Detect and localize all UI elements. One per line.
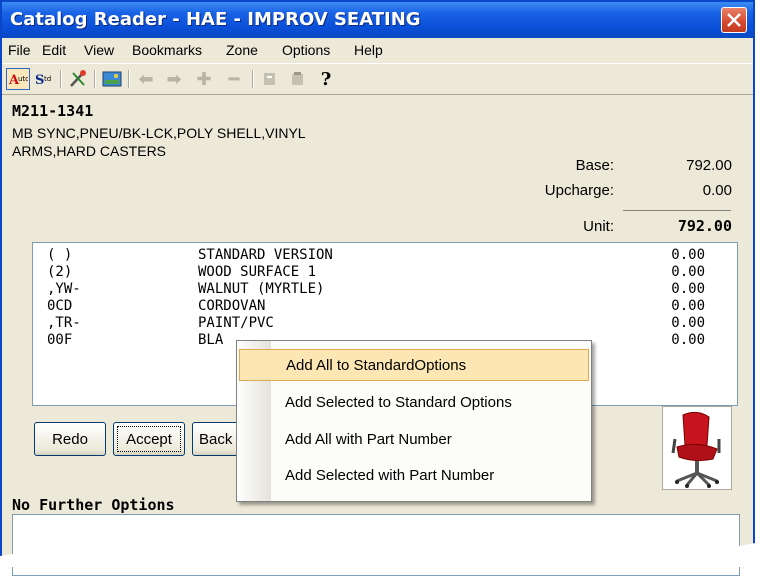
menu-item-add-all-standard[interactable]: Add All to StandardOptions [239, 349, 589, 381]
menu-item-add-selected-standard[interactable]: Add Selected to Standard Options [239, 387, 589, 419]
context-menu: Add All to StandardOptions Add Selected … [236, 340, 592, 502]
menu-item-add-all-part-number[interactable]: Add All with Part Number [239, 424, 589, 456]
menu-item-label: Add Selected to Standard Options [285, 394, 512, 411]
menu-item-add-selected-part-number[interactable]: Add Selected with Part Number [239, 460, 589, 492]
menu-item-label: Add All to StandardOptions [286, 357, 467, 374]
menu-item-label: Add Selected with Part Number [285, 467, 495, 484]
menu-item-label: Add All with Part Number [285, 431, 452, 448]
